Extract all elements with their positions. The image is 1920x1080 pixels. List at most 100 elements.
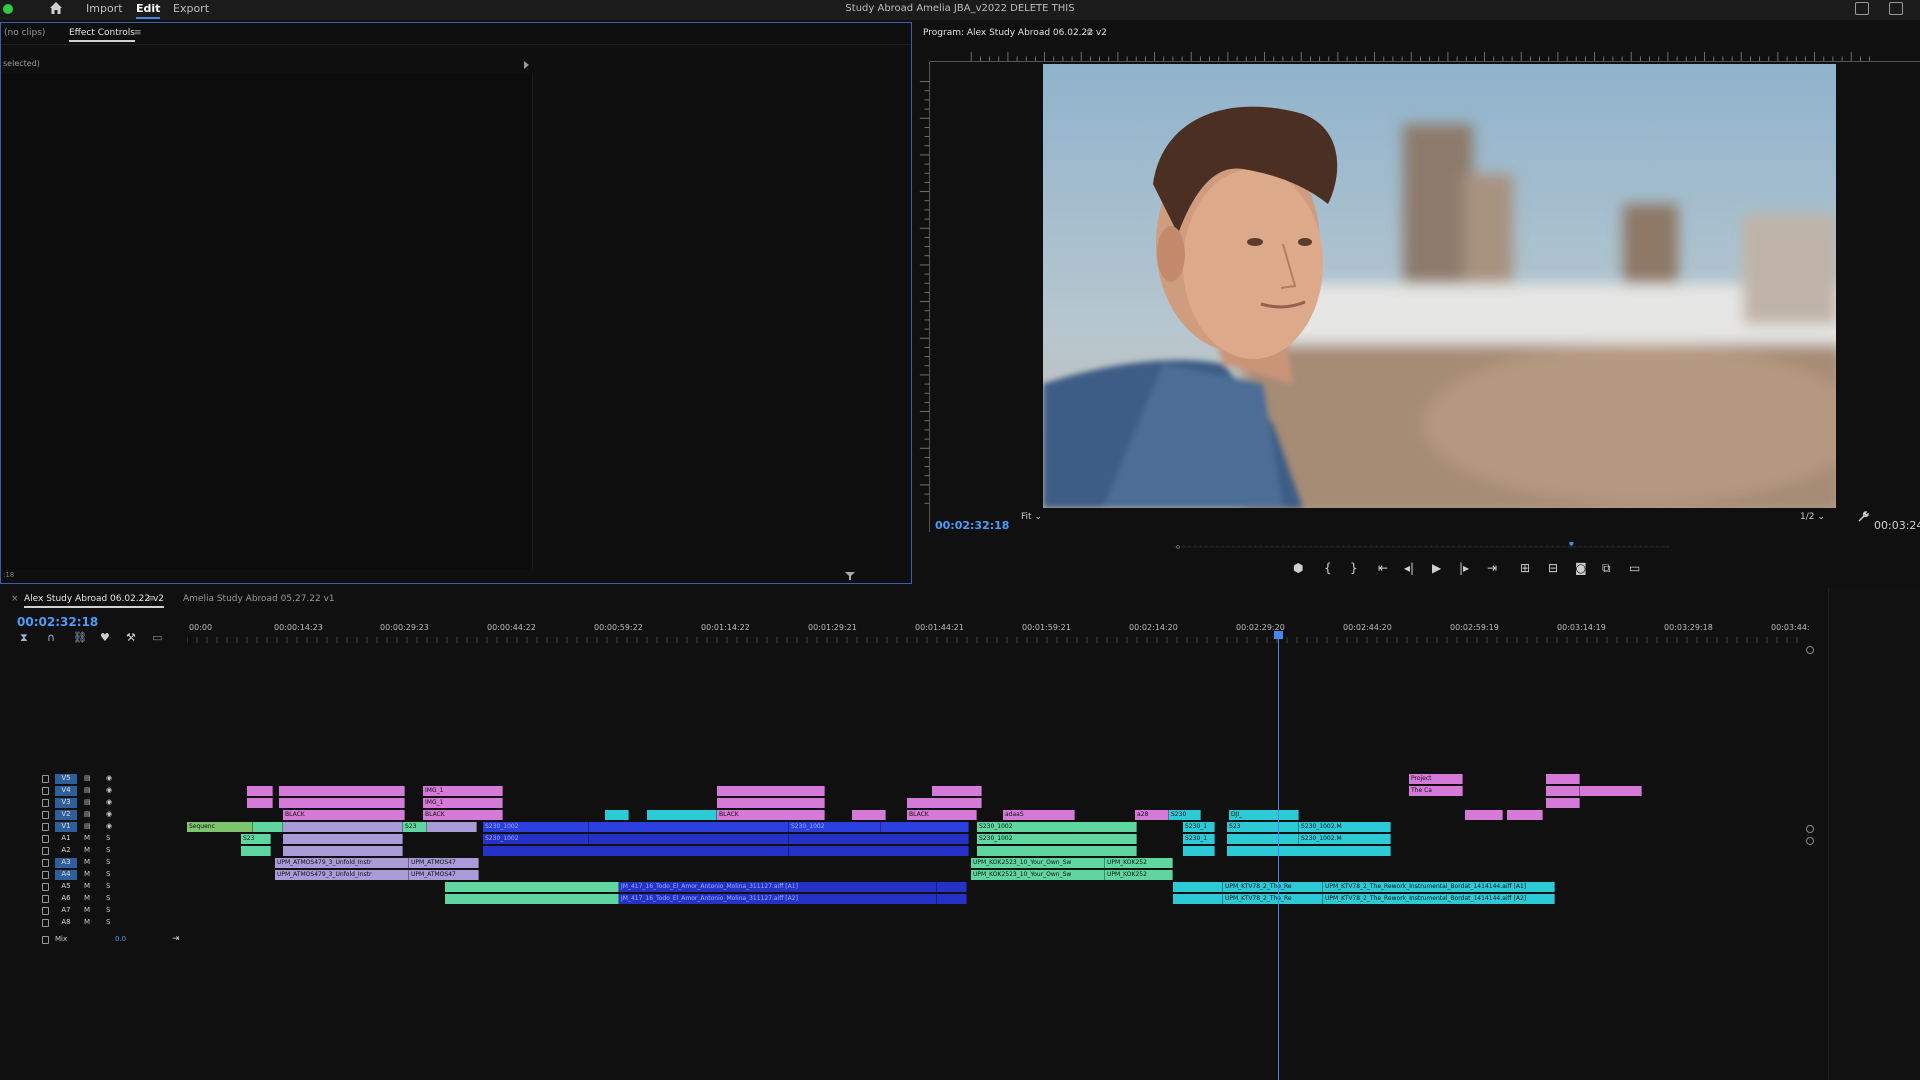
timeline-tracks[interactable]: Project IMG_1 The Ca IMG_1 BLACK BLACK B… — [187, 774, 1807, 934]
clip[interactable] — [445, 882, 619, 892]
solo-icon[interactable]: S — [106, 906, 110, 914]
track-header-v5[interactable]: V5 ▤ ◉ — [0, 774, 187, 785]
lock-icon[interactable] — [42, 871, 49, 879]
clip[interactable]: S23 — [1227, 822, 1299, 832]
clip[interactable] — [1227, 846, 1391, 856]
clip[interactable] — [647, 810, 717, 820]
mark-in-icon[interactable]: { — [1324, 561, 1332, 575]
clip[interactable]: UPM_ATMOS47 — [409, 858, 479, 868]
clip[interactable]: JM_417_16_Todo_El_Amor_Antonio_Molina_31… — [619, 882, 937, 892]
tab-sequence-alex[interactable]: Alex Study Abroad 06.02.22 v2 — [24, 594, 165, 608]
clip[interactable]: JM_417_16_Todo_El_Amor_Antonio_Molina_31… — [619, 894, 937, 904]
solo-icon[interactable]: S — [106, 918, 110, 926]
clip[interactable]: UPM_ATMOS47 — [409, 870, 479, 880]
clip[interactable]: BLACK — [423, 810, 503, 820]
track-name[interactable]: A7 — [55, 906, 77, 916]
timeline-playhead-handle[interactable] — [1274, 631, 1283, 639]
clip[interactable] — [789, 846, 969, 856]
track-header-a2[interactable]: A2 M S — [0, 846, 187, 857]
clip[interactable]: S230_1002 — [977, 834, 1137, 844]
clip[interactable]: BLACK — [283, 810, 405, 820]
wrench-icon[interactable]: ⚒ — [126, 631, 136, 644]
mute-icon[interactable]: M — [84, 834, 90, 842]
clip[interactable] — [881, 822, 969, 832]
clip[interactable] — [932, 786, 982, 796]
lock-icon[interactable] — [42, 823, 49, 831]
scroll-handle-icon[interactable] — [1806, 837, 1814, 845]
eye-icon[interactable]: ◉ — [106, 822, 112, 830]
clip[interactable] — [483, 846, 789, 856]
clip[interactable] — [589, 822, 789, 832]
lock-icon[interactable] — [42, 907, 49, 915]
track-name[interactable]: A6 — [55, 894, 77, 904]
clip[interactable]: UPM_KOK252 — [1105, 870, 1173, 880]
track-header-v2[interactable]: V2 ▤ ◉ — [0, 810, 187, 821]
mark-out-icon[interactable]: } — [1350, 561, 1358, 575]
clip[interactable]: S230_1 — [1183, 834, 1215, 844]
clip[interactable] — [717, 786, 825, 796]
clip[interactable] — [1465, 810, 1503, 820]
scroll-handle-icon[interactable] — [1806, 825, 1814, 833]
track-name[interactable]: V3 — [55, 798, 77, 808]
expand-arrow-icon[interactable] — [524, 61, 529, 69]
track-name[interactable]: V5 — [55, 774, 77, 784]
go-to-out-icon[interactable]: ⇥ — [1487, 561, 1497, 575]
clip[interactable] — [1546, 774, 1580, 784]
lift-icon[interactable]: ⊞ — [1520, 561, 1530, 575]
clip[interactable]: S230 — [1169, 810, 1201, 820]
clip[interactable]: adaaS — [1003, 810, 1075, 820]
tab-sequence-amelia[interactable]: Amelia Study Abroad 05.27.22 v1 — [183, 594, 335, 604]
tab-effect-controls[interactable]: Effect Controls — [69, 28, 135, 42]
clip[interactable] — [937, 894, 967, 904]
time-ruler[interactable]: 00:00 00:00:14:23 00:00:29:23 00:00:44:2… — [187, 623, 1810, 643]
timeline-timecode[interactable]: 00:02:32:18 — [17, 615, 98, 629]
clip[interactable] — [247, 798, 273, 808]
add-marker-icon[interactable]: ⬢ — [1293, 561, 1303, 575]
zoom-handle-icon[interactable] — [1806, 646, 1814, 654]
marker-icon[interactable]: ♥ — [100, 631, 110, 644]
program-scrub-bar[interactable] — [918, 542, 1920, 552]
clip[interactable] — [1546, 786, 1580, 796]
lock-icon[interactable] — [42, 787, 49, 795]
snap-icon[interactable]: ∩ — [47, 631, 55, 644]
share-icon[interactable] — [1889, 2, 1903, 15]
track-name[interactable]: A3 — [55, 858, 77, 868]
clip[interactable]: UPM_KOK2523_10_Your_Own_Sw — [971, 858, 1105, 868]
track-header-a1[interactable]: A1 M S — [0, 834, 187, 845]
program-video-frame[interactable] — [1043, 64, 1836, 508]
clip[interactable]: UPM_KTV78_2_The_Re — [1223, 894, 1323, 904]
lock-icon[interactable] — [42, 859, 49, 867]
clip[interactable] — [852, 810, 886, 820]
clip[interactable] — [241, 846, 271, 856]
clip[interactable]: S230_1002.M — [1299, 822, 1391, 832]
solo-icon[interactable]: S — [106, 870, 110, 878]
clip[interactable] — [589, 834, 789, 844]
track-name[interactable]: A8 — [55, 918, 77, 928]
lock-icon[interactable] — [42, 936, 49, 944]
wrench-icon[interactable] — [1857, 511, 1869, 523]
timeline-playhead[interactable] — [1278, 633, 1279, 1080]
track-header-v1[interactable]: V1 ▤ ◉ — [0, 822, 187, 833]
clip[interactable]: UPM_KTV78_2_The_Re — [1223, 882, 1323, 892]
mute-icon[interactable]: M — [84, 870, 90, 878]
lock-icon[interactable] — [42, 811, 49, 819]
track-header-v3[interactable]: V3 ▤ ◉ — [0, 798, 187, 809]
step-back-icon[interactable]: ◂| — [1404, 561, 1414, 575]
extract-icon[interactable]: ⊟ — [1548, 561, 1558, 575]
clip[interactable]: Sequenc — [187, 822, 253, 832]
clip[interactable] — [1580, 786, 1642, 796]
clip[interactable] — [1173, 894, 1223, 904]
timeline-menu-icon[interactable]: ≡ — [147, 594, 155, 604]
clip[interactable] — [977, 846, 1137, 856]
clip[interactable]: S230_1002 — [789, 822, 881, 832]
clip[interactable]: S230_1002 — [977, 822, 1137, 832]
tab-close-icon[interactable]: × — [11, 594, 19, 604]
program-menu-icon[interactable]: ≡ — [1086, 28, 1094, 38]
clip[interactable] — [253, 822, 283, 832]
clip[interactable]: S230_1 — [1183, 822, 1215, 832]
clip[interactable] — [427, 822, 477, 832]
lock-icon[interactable] — [42, 883, 49, 891]
comparison-view-icon[interactable]: ⧉ — [1602, 561, 1611, 576]
solo-icon[interactable]: S — [106, 858, 110, 866]
sync-lock-icon[interactable]: ▤ — [84, 810, 91, 818]
